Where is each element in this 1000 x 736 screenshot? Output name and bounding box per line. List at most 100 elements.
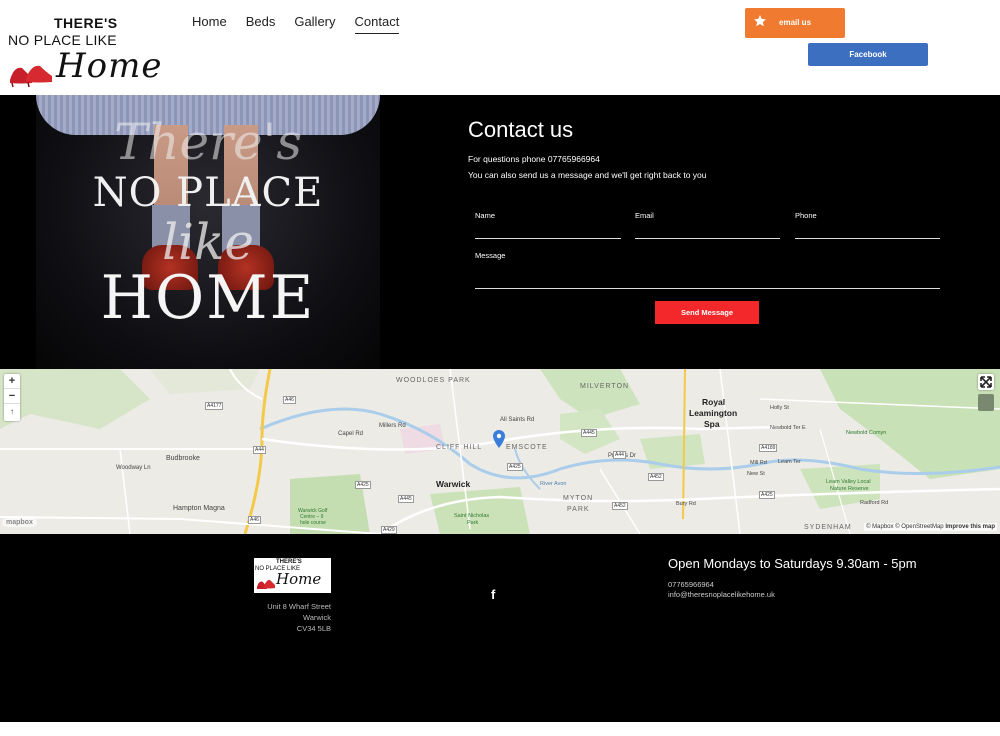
map-label-naturereserve: Nature Reserve — [830, 486, 869, 492]
address-line3: CV34 5LB — [296, 624, 331, 633]
map-label-newboldterr: Newbold Ter E — [770, 425, 806, 431]
zoom-in-button[interactable]: + — [4, 374, 20, 389]
nav-beds[interactable]: Beds — [246, 14, 276, 34]
footer: THERE'S NO PLACE LIKE Home Unit 8 Wharf … — [0, 534, 1000, 722]
opening-hours: Open Mondays to Saturdays 9.30am - 5pm — [668, 556, 917, 571]
map-label-radfordrd: Radford Rd — [860, 500, 889, 506]
map-label-hollyst: Holly St — [770, 405, 789, 411]
red-shoes-icon — [10, 65, 52, 88]
road-shield: A445 — [581, 429, 597, 437]
map-label-newst: New St — [747, 471, 765, 477]
send-message-button[interactable]: Send Message — [655, 301, 759, 324]
nav-gallery[interactable]: Gallery — [294, 14, 335, 34]
satellite-toggle[interactable] — [978, 394, 994, 411]
attribution-osm[interactable]: © OpenStreetMap — [895, 524, 943, 530]
message-textarea[interactable] — [475, 288, 940, 289]
map-label-river: River Avon — [540, 481, 567, 487]
phone-label: Phone — [795, 211, 817, 220]
road-shield: A44 — [253, 446, 266, 454]
address-line1: Unit 8 Wharf Street — [267, 602, 331, 611]
site-logo[interactable]: THERE'S NO PLACE LIKE Home — [6, 12, 172, 88]
address-line2: Warwick — [302, 613, 331, 622]
contact-message-text: You can also send us a message and we'll… — [468, 170, 707, 180]
map-label-park: PARK — [567, 506, 590, 513]
hero-image: There's NO PLACE like HOME — [36, 95, 380, 369]
road-shield: A4177 — [205, 402, 224, 410]
map-label-milverton: MILVERTON — [580, 383, 630, 390]
footer-email[interactable]: info@theresnoplacelikehome.uk — [668, 590, 775, 599]
map-label-leamington: Leamington — [689, 408, 738, 418]
road-shield: A46 — [283, 396, 296, 404]
map-label-warwickgolf3: hole course — [300, 520, 326, 526]
road-shield: A425 — [507, 463, 523, 471]
email-us-label: email us — [779, 18, 812, 27]
map-label-leamterr: Leam Ter — [778, 459, 801, 465]
name-input[interactable] — [475, 238, 621, 239]
map-label-millersrd: Millers Rd — [379, 423, 406, 429]
map-label-hamptonmagna: Hampton Magna — [173, 505, 225, 512]
map-label-cliffhill: CLIFF HILL — [436, 444, 483, 451]
facebook-button[interactable]: Facebook — [808, 43, 928, 66]
header: THERE'S NO PLACE LIKE Home Home Beds Gal… — [0, 0, 1000, 95]
map-label-myton: MYTON — [563, 495, 594, 502]
map-label-buryrd: Bury Rd — [676, 501, 696, 507]
road-shield: A44 — [613, 451, 626, 459]
email-label: Email — [635, 211, 654, 220]
logo-line1: THERE'S — [54, 15, 118, 31]
email-us-button[interactable]: email us — [745, 8, 845, 38]
facebook-icon[interactable]: f — [491, 587, 501, 602]
location-pin-icon[interactable] — [493, 430, 505, 448]
map-label-stnicholas: Saint Nicholas — [454, 513, 490, 519]
nav-contact[interactable]: Contact — [354, 14, 400, 34]
map-label-millrd: Mill Rd — [750, 460, 767, 466]
zoom-out-button[interactable]: − — [4, 389, 20, 404]
email-input[interactable] — [635, 238, 780, 239]
phone-input[interactable] — [795, 238, 940, 239]
contact-title: Contact us — [468, 117, 574, 142]
mapbox-logo[interactable]: mapbox — [2, 518, 37, 527]
map-label-spa: Spa — [704, 419, 720, 429]
page: THERE'S NO PLACE LIKE Home Home Beds Gal… — [0, 0, 1000, 736]
footer-logo-line1: THERE'S — [276, 559, 302, 565]
map-label-sydenham: SYDENHAM — [804, 524, 852, 531]
message-label: Message — [475, 251, 506, 260]
contact-section: There's NO PLACE like HOME Contact us Fo… — [0, 95, 1000, 369]
map-label-warwick: Warwick — [436, 479, 471, 489]
name-label: Name — [475, 211, 496, 220]
map-label-stnicholas-park: Park — [467, 520, 479, 526]
footer-logo[interactable]: THERE'S NO PLACE LIKE Home — [254, 558, 331, 593]
road-shield: A425 — [759, 491, 775, 499]
bottom-strip — [0, 722, 1000, 736]
map[interactable]: WOODLOES PARK MILVERTON Royal Leamington… — [0, 369, 1000, 534]
map-zoom-controls: + − ↑ — [4, 374, 20, 421]
road-shield: A46 — [248, 516, 261, 524]
map-label-royal: Royal — [702, 397, 726, 407]
map-label-woodloes: WOODLOES PARK — [396, 377, 471, 384]
map-label-allsaintsrd: All Saints Rd — [500, 417, 535, 423]
fullscreen-button[interactable] — [978, 374, 994, 390]
map-label-woodwayln: Woodway Ln — [116, 465, 151, 471]
nav-home[interactable]: Home — [192, 14, 227, 34]
star-icon — [754, 15, 766, 27]
map-label-newboldcomyn: Newbold Comyn — [846, 430, 887, 436]
fullscreen-icon — [980, 376, 992, 388]
improve-map-link[interactable]: Improve this map — [945, 524, 995, 530]
hero-text-line4: HOME — [100, 263, 316, 333]
road-shield: A452 — [648, 473, 664, 481]
compass-button[interactable]: ↑ — [4, 404, 20, 419]
hero-text-line2: NO PLACE — [92, 170, 324, 216]
map-label-emscote: EMSCOTE — [506, 444, 548, 451]
map-label-capelrd: Capel Rd — [338, 431, 364, 437]
road-shield: A445 — [398, 495, 414, 503]
road-shield: A425 — [355, 481, 371, 489]
map-label-leamvalley: Leam Valley Local — [826, 479, 871, 485]
logo-line3: Home — [56, 46, 163, 86]
road-shield: A452 — [612, 502, 628, 510]
footer-phone[interactable]: 07765966964 — [668, 580, 714, 589]
map-label-budbrooke: Budbrooke — [166, 455, 200, 462]
contact-phone-text: For questions phone 07765966964 — [468, 154, 600, 164]
hero-text-line1: There's — [113, 113, 303, 171]
red-shoes-icon — [257, 579, 275, 589]
main-nav: Home Beds Gallery Contact — [192, 14, 400, 34]
attribution-mapbox[interactable]: © Mapbox — [866, 524, 893, 530]
